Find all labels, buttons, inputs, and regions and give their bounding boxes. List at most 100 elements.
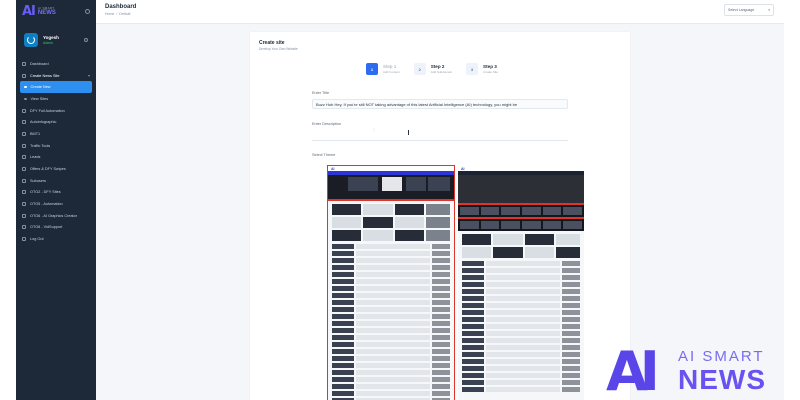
language-select[interactable]: Select Language ▾	[724, 4, 774, 16]
theme-preview-row	[332, 363, 450, 368]
sidebar-item-label: OTO8 - VidSupport	[30, 225, 63, 230]
description-label: Enter Description	[312, 122, 342, 126]
sidebar-item-oto8[interactable]: OTO8 - VidSupport	[16, 222, 96, 234]
description-input[interactable]: ⋮	[312, 127, 568, 141]
theme-preview-row	[332, 391, 450, 396]
theme-preview-logo: AI	[331, 166, 335, 171]
theme-preview-row	[332, 314, 450, 319]
theme-preview-row	[332, 335, 450, 340]
sidebar-item-create-news-site[interactable]: Create News Site ▾	[16, 70, 96, 82]
brand[interactable]: AI AI SMART NEWS	[16, 0, 96, 22]
sidebar-subitem-view-sites[interactable]: View Sites	[20, 93, 92, 105]
user-profile[interactable]: Yogesh Admin	[16, 26, 96, 54]
theme-preview-row	[332, 293, 450, 298]
theme-preview-row	[462, 324, 580, 329]
offers-icon	[22, 167, 26, 172]
sidebar-item-label: Log Out	[30, 237, 44, 242]
resize-handle-icon: ⋮	[372, 127, 376, 132]
breadcrumb: Home / Default	[105, 12, 132, 16]
sidebar-item-label: Create News Site	[30, 73, 60, 78]
sidebar-item-label: Dashboard	[30, 61, 49, 66]
step-desc: Add Content	[383, 70, 400, 74]
theme-preview-block	[556, 234, 580, 245]
theme-option-1[interactable]: AI	[327, 165, 455, 400]
theme-preview-row	[462, 268, 580, 273]
avatar	[24, 33, 38, 47]
theme-preview-grid	[328, 201, 454, 244]
sidebar-item-bmt1[interactable]: BMT1	[16, 128, 96, 140]
profile-info: Yogesh Admin	[43, 35, 59, 45]
theme-preview-row	[332, 265, 450, 270]
sidebar-item-oto6[interactable]: OTO6 - AI Graphics Creator	[16, 210, 96, 222]
theme-preview-grid	[458, 231, 584, 261]
page-title: Dashboard	[105, 4, 137, 10]
sidebar-item-oto5[interactable]: OTO5 - Automation	[16, 198, 96, 210]
stepper: 1 Step 1 Add Content 2 Step 2 Add Subdom…	[366, 63, 498, 75]
gear-icon[interactable]	[84, 38, 88, 42]
title-label: Enter Title	[312, 91, 330, 95]
theme-preview-row	[332, 258, 450, 263]
step-desc: Add Subdomain	[430, 70, 453, 74]
theme-preview-row	[332, 377, 450, 382]
sidebar-item-dashboard[interactable]: Dashboard	[16, 58, 96, 70]
step-3[interactable]: 3 Step 3 Create Site	[466, 63, 498, 75]
theme-preview-header: AI	[328, 166, 454, 171]
theme-preview-block	[394, 230, 425, 241]
brand-logo-icon: AI	[22, 3, 36, 19]
sidebar-nav: Dashboard Create News Site ▾ Create New V…	[16, 58, 96, 245]
theme-preview-tile	[382, 177, 402, 191]
theme-option-2[interactable]: AI	[458, 166, 584, 400]
theme-preview-tile	[348, 177, 378, 191]
theme-preview-block	[426, 217, 450, 228]
theme-preview-row	[462, 366, 580, 371]
sidebar-item-label: OTO6 - AI Graphics Creator	[30, 213, 77, 218]
bullet-icon	[24, 97, 27, 101]
theme-preview-block	[462, 234, 492, 245]
breadcrumb-separator: /	[116, 12, 118, 16]
theme-preview-row	[332, 272, 450, 277]
theme-preview-block	[332, 217, 362, 228]
theme-label: Select Theme	[312, 153, 336, 157]
theme-preview-block	[394, 217, 425, 228]
sidebar-item-label: Autoinfographic	[30, 120, 57, 125]
theme-preview-logo: AI	[461, 166, 465, 171]
sidebar-item-offers[interactable]: Offers & DFY Swipes	[16, 163, 96, 175]
theme-preview-row	[332, 321, 450, 326]
sidebar-item-logout[interactable]: Log Out	[16, 233, 96, 245]
sidebar-item-oto2[interactable]: OTO2 - DFY Sites	[16, 187, 96, 199]
sidebar-item-label: View Sites	[30, 96, 49, 101]
theme-preview-row	[332, 384, 450, 389]
theme-preview-row	[332, 356, 450, 361]
theme-preview-block	[363, 217, 393, 228]
infographic-icon	[22, 120, 26, 125]
sidebar-item-leads[interactable]: Leads	[16, 152, 96, 164]
sidebar-item-label: Traffic Tools	[30, 143, 51, 148]
theme-preview-row	[462, 261, 580, 266]
step-title: Step 3	[483, 64, 497, 69]
sidebar-item-autoinfographic[interactable]: Autoinfographic	[16, 116, 96, 128]
dashboard-icon	[22, 61, 26, 66]
sidebar-item-dfy-full-automation[interactable]: DFY Full Automation	[16, 105, 96, 117]
sidebar-toggle-icon[interactable]	[85, 8, 90, 14]
theme-preview-band	[458, 205, 584, 217]
theme-preview-rows	[458, 261, 584, 392]
theme-preview-row	[332, 251, 450, 256]
brand-watermark-small: AI SMART	[678, 348, 765, 365]
theme-preview-block	[556, 247, 580, 258]
sidebar-item-label: OTO5 - Automation	[30, 202, 63, 207]
theme-preview-tile	[406, 177, 426, 191]
step-number: 2	[413, 63, 426, 75]
step-2[interactable]: 2 Step 2 Add Subdomain	[413, 63, 453, 75]
title-input[interactable]: Buzz Hub Hey, If you're still NOT taking…	[312, 99, 568, 109]
theme-preview-row	[462, 317, 580, 322]
sidebar-subitem-create-new[interactable]: Create New	[20, 81, 92, 94]
brand-text: AI SMART NEWS	[38, 6, 56, 16]
step-desc: Create Site	[483, 70, 499, 74]
breadcrumb-home[interactable]: Home	[105, 12, 114, 16]
theme-preview-header: AI	[458, 166, 584, 171]
sidebar-item-subusers[interactable]: Subusers	[16, 175, 96, 187]
sidebar-item-traffic-tools[interactable]: Traffic Tools	[16, 140, 96, 152]
step-1[interactable]: 1 Step 1 Add Content	[366, 63, 400, 75]
step-number: 3	[466, 63, 479, 75]
theme-preview-row	[332, 286, 450, 291]
